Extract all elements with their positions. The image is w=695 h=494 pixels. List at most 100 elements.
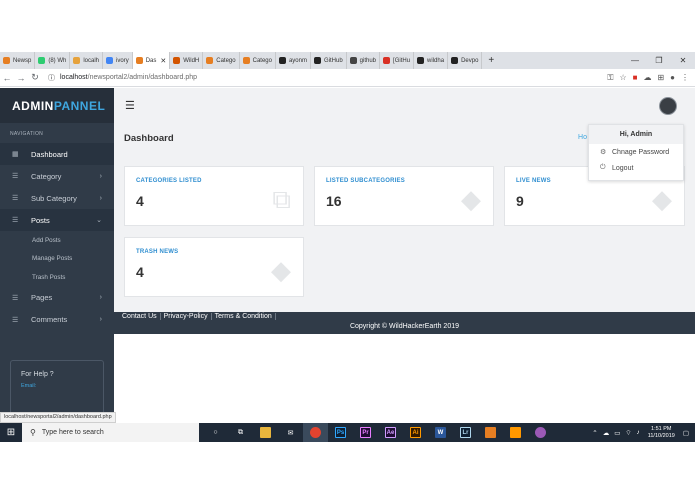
- browser-tab[interactable]: [GitHu: [380, 52, 415, 69]
- browser-tab[interactable]: Catego: [240, 52, 276, 69]
- tab-label: Das: [145, 57, 157, 64]
- browser-tab-strip: Newsp (8) Wh localh ivory Das ✕ WildH Cat…: [0, 52, 695, 69]
- sidebar-item-label: Posts: [31, 215, 50, 225]
- chevron-right-icon: ›: [99, 294, 102, 301]
- sidebar-item-label: Category: [31, 171, 62, 181]
- browser-tab[interactable]: Catego: [203, 52, 240, 69]
- after-effects-icon[interactable]: Ae: [378, 423, 403, 442]
- key-icon[interactable]: ⚿: [607, 73, 613, 83]
- sidebar-item-dashboard[interactable]: ▦ Dashboard: [0, 143, 114, 165]
- chrome-icon[interactable]: [303, 423, 328, 442]
- footer-link-contact[interactable]: Contact Us: [122, 313, 161, 320]
- breadcrumb-home-link[interactable]: Ho: [578, 134, 587, 141]
- favicon-icon: [73, 57, 81, 64]
- tray-cloud-icon[interactable]: ☁: [603, 429, 610, 437]
- star-icon[interactable]: ☆: [619, 73, 626, 83]
- mail-icon[interactable]: ✉: [278, 423, 303, 442]
- sidebar-subitem-manage-posts[interactable]: Manage Posts: [0, 250, 114, 269]
- word-icon[interactable]: W: [428, 423, 453, 442]
- sublime-icon[interactable]: [503, 423, 528, 442]
- sidebar-item-pages[interactable]: ☰ Pages ›: [0, 287, 114, 309]
- stat-card-subcategories[interactable]: LISTED SUBCATEGORIES 16 ◆: [314, 166, 494, 226]
- browser-tab[interactable]: (8) Wh: [35, 52, 71, 69]
- sidebar: ADMIN PANNEL NAVIGATION ▦ Dashboard ☰ Cat…: [0, 88, 114, 425]
- task-view-icon[interactable]: ⧉: [228, 423, 253, 442]
- favicon-icon: [38, 57, 46, 64]
- chevron-right-icon: ›: [99, 316, 102, 323]
- hamburger-menu-icon[interactable]: ☰: [125, 99, 135, 112]
- status-url: localhost/newsportal2/admin/dashboard.ph…: [0, 412, 116, 423]
- browser-tab[interactable]: localh: [70, 52, 104, 69]
- url-input[interactable]: ⓘ localhost/newsportal2/admin/dashboard.…: [48, 73, 197, 83]
- lightroom-icon[interactable]: Lr: [453, 423, 478, 442]
- tab-label: Catego: [252, 57, 272, 64]
- wifi-icon[interactable]: ⌔: [625, 428, 631, 437]
- close-window-icon[interactable]: ✕: [671, 56, 695, 65]
- browser-tab-active[interactable]: Das ✕: [132, 52, 171, 69]
- window-controls: — ❐ ✕: [623, 56, 695, 65]
- taskbar-search-input[interactable]: ⚲ Type here to search: [22, 423, 199, 442]
- tray-chevron-icon[interactable]: ⌃: [592, 429, 597, 437]
- nav-section-label: NAVIGATION: [10, 131, 44, 137]
- illustrator-icon[interactable]: Ai: [403, 423, 428, 442]
- clock-time: 1:51 PM: [651, 425, 672, 432]
- back-icon[interactable]: ←: [0, 73, 14, 83]
- info-icon[interactable]: ⓘ: [48, 73, 55, 83]
- sidebar-subitem-add-posts[interactable]: Add Posts: [0, 231, 114, 250]
- avatar[interactable]: [659, 97, 677, 115]
- change-password-menu-item[interactable]: ⚙ Chnage Password: [589, 144, 683, 160]
- browser-tab[interactable]: ivory: [103, 52, 133, 69]
- help-box: For Help ? Email:: [10, 360, 104, 420]
- volume-icon[interactable]: ♪: [636, 429, 639, 436]
- clock[interactable]: 1:51 PM 11/10/2019: [648, 426, 675, 440]
- sidebar-subitem-trash-posts[interactable]: Trash Posts: [0, 268, 114, 287]
- browser-tab[interactable]: GitHub: [311, 52, 347, 69]
- extension-icon[interactable]: ■: [633, 73, 638, 83]
- stat-card-trash-news[interactable]: TRASH NEWS 4 ◆: [124, 237, 304, 297]
- new-tab-icon[interactable]: +: [482, 55, 500, 66]
- sidebar-item-category[interactable]: ☰ Category ›: [0, 165, 114, 187]
- browser-tab[interactable]: Newsp: [0, 52, 36, 69]
- photoshop-icon[interactable]: Ps: [328, 423, 353, 442]
- footer-link-privacy[interactable]: Privacy-Policy: [161, 313, 212, 320]
- app-purple-icon[interactable]: [528, 423, 553, 442]
- clock-date: 11/10/2019: [647, 432, 675, 439]
- stat-card-value: 9: [516, 193, 524, 209]
- close-tab-icon[interactable]: ✕: [160, 57, 166, 65]
- footer-link-terms[interactable]: Terms & Condition: [212, 313, 276, 320]
- sidebar-item-comments[interactable]: ☰ Comments ›: [0, 309, 114, 331]
- browser-tab[interactable]: WildH: [170, 52, 204, 69]
- stat-card-categories[interactable]: CATEGORIES LISTED 4 ⧉: [124, 166, 304, 226]
- premiere-icon[interactable]: Pr: [353, 423, 378, 442]
- menu-item-label: Chnage Password: [612, 148, 670, 156]
- cart-icon[interactable]: ⊞: [657, 73, 664, 83]
- search-icon: ⚲: [30, 428, 36, 437]
- logout-menu-item[interactable]: ⏻ Logout: [589, 160, 683, 176]
- browser-tab[interactable]: wildha: [414, 52, 449, 69]
- sidebar-item-label: Pages: [31, 293, 53, 302]
- menu-icon[interactable]: ⋮: [681, 73, 689, 83]
- app-orange-icon[interactable]: [478, 423, 503, 442]
- maximize-icon[interactable]: ❐: [647, 56, 671, 65]
- cloud-icon[interactable]: ☁: [643, 73, 651, 83]
- file-explorer-icon[interactable]: [253, 423, 278, 442]
- cortana-icon[interactable]: ○: [203, 423, 228, 442]
- profile-icon[interactable]: ●: [670, 73, 675, 83]
- sidebar-item-sub-category[interactable]: ☰ Sub Category ›: [0, 187, 114, 209]
- windows-start-icon[interactable]: ⊞: [0, 427, 22, 438]
- notifications-icon[interactable]: ▢: [683, 429, 689, 437]
- tab-label: GitHub: [323, 57, 343, 64]
- profile-dropdown: Hi, Admin ⚙ Chnage Password ⏻ Logout: [588, 124, 684, 181]
- browser-tab[interactable]: Devpo: [448, 52, 483, 69]
- stat-card-value: 16: [326, 193, 342, 209]
- forward-icon[interactable]: →: [14, 73, 28, 83]
- tab-label: github: [359, 57, 377, 64]
- minimize-icon[interactable]: —: [623, 56, 647, 65]
- battery-icon[interactable]: ▭: [614, 429, 620, 437]
- brand-logo[interactable]: ADMIN PANNEL: [0, 88, 114, 123]
- browser-tab[interactable]: github: [347, 52, 381, 69]
- sidebar-item-posts[interactable]: ☰ Posts ⌄: [0, 209, 114, 231]
- browser-tab[interactable]: ayonm: [276, 52, 311, 69]
- taskbar: ⊞ ⚲ Type here to search ○ ⧉ ✉ Ps Pr Ae A…: [0, 423, 695, 442]
- reload-icon[interactable]: ↻: [28, 72, 42, 83]
